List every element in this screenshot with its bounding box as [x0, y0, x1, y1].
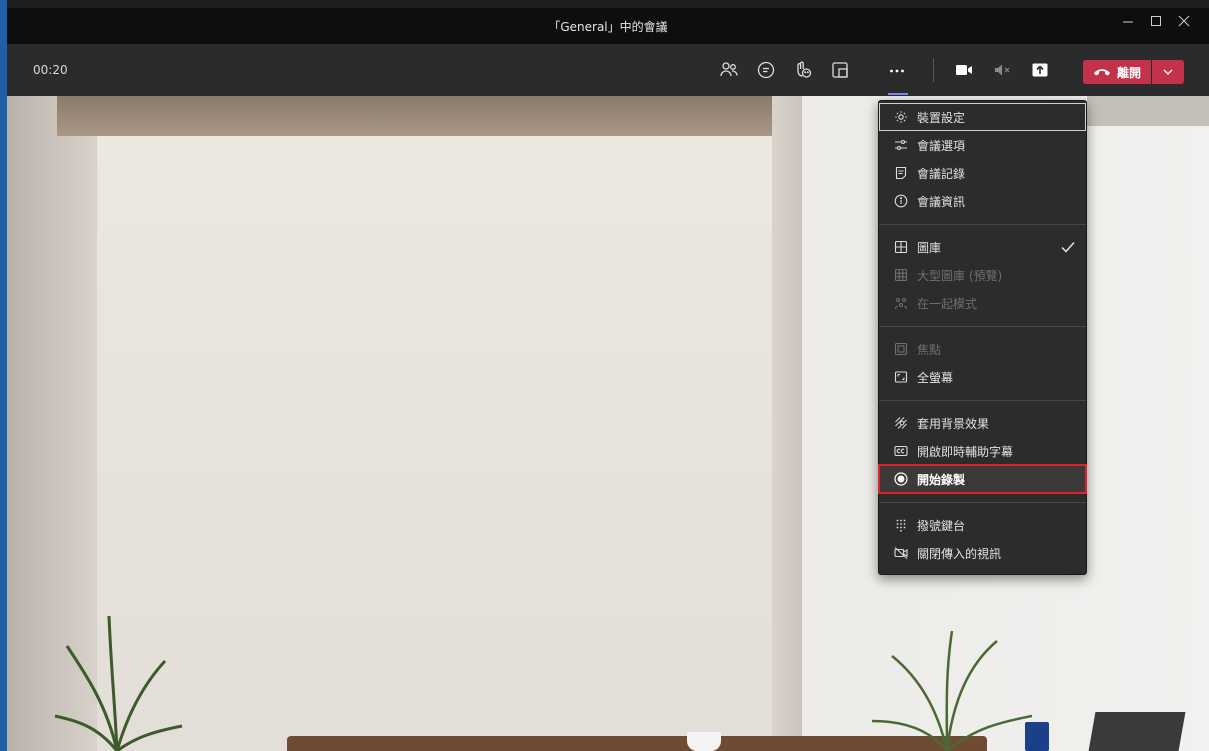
menu-item-meeting-notes[interactable]: 會議記錄	[879, 159, 1086, 187]
leave-options-button[interactable]	[1152, 60, 1184, 84]
hangup-icon	[1093, 69, 1110, 76]
menu-item-gallery[interactable]: 圖庫	[879, 233, 1086, 261]
rooms-icon[interactable]	[827, 58, 853, 82]
plant-left	[54, 615, 183, 751]
record-icon	[893, 471, 909, 487]
menu-item-device-settings[interactable]: 裝置設定	[879, 103, 1086, 131]
menu-separator	[879, 326, 1086, 327]
maximize-icon[interactable]	[1149, 14, 1173, 28]
menu-item-start-recording[interactable]: 開始錄製	[878, 464, 1087, 494]
chevron-down-icon	[1163, 69, 1173, 75]
menu-item-dialpad[interactable]: 撥號鍵台	[879, 511, 1086, 539]
notes-icon	[893, 165, 909, 181]
menu-item-together-mode: 在一起模式	[879, 289, 1086, 317]
focus-icon	[893, 341, 909, 357]
video-off-icon	[893, 545, 909, 561]
mic-muted-icon[interactable]	[989, 58, 1015, 82]
room-ceiling-right	[1087, 96, 1209, 126]
chat-icon[interactable]	[753, 58, 779, 82]
captions-icon	[893, 443, 909, 459]
title-bar: 「General」中的會議	[7, 8, 1209, 44]
more-active-indicator	[888, 93, 908, 95]
more-actions-menu: 裝置設定 會議選項 會議記錄 會議資訊 圖庫 大型圖庫 (預覽) 在一起模式 焦…	[878, 100, 1087, 575]
laptop	[1088, 712, 1186, 751]
menu-item-turn-off-incoming-video[interactable]: 關閉傳入的視訊	[879, 539, 1086, 567]
together-mode-icon	[893, 295, 909, 311]
leave-button[interactable]: 離開	[1083, 60, 1151, 84]
reactions-icon[interactable]	[790, 58, 816, 82]
menu-item-large-gallery: 大型圖庫 (預覽)	[879, 261, 1086, 289]
info-icon	[893, 193, 909, 209]
more-icon[interactable]	[884, 58, 910, 82]
plant-right	[871, 630, 1033, 751]
menu-item-meeting-options[interactable]: 會議選項	[879, 131, 1086, 159]
camera-icon[interactable]	[951, 58, 977, 82]
leave-label: 離開	[1116, 65, 1141, 80]
large-gallery-icon	[893, 267, 909, 283]
meeting-toolbar: 00:20 離開	[7, 44, 1209, 96]
white-cup	[687, 732, 721, 751]
dialpad-icon	[893, 517, 909, 533]
toolbar-divider	[933, 58, 934, 82]
menu-item-live-captions[interactable]: 開啟即時輔助字幕	[879, 437, 1086, 465]
sliders-icon	[893, 137, 909, 153]
meeting-timer: 00:20	[33, 63, 68, 77]
people-icon[interactable]	[716, 58, 742, 82]
menu-separator	[879, 502, 1086, 503]
checkmark-icon	[1060, 239, 1076, 255]
fullscreen-icon	[893, 369, 909, 385]
room-column	[772, 96, 802, 751]
room-wall-center	[97, 136, 777, 751]
blue-mug	[1025, 722, 1049, 751]
menu-separator	[879, 400, 1086, 401]
minimize-icon[interactable]	[1121, 14, 1145, 28]
gear-icon	[893, 109, 909, 125]
menu-item-background-effects[interactable]: 套用背景效果	[879, 409, 1086, 437]
room-ceiling	[57, 96, 772, 136]
teams-meeting-window: 「General」中的會議 00:20 離開 裝置設定 會議選項 會議記錄 會議…	[0, 0, 1209, 751]
menu-item-focus: 焦點	[879, 335, 1086, 363]
menu-item-meeting-info[interactable]: 會議資訊	[879, 187, 1086, 215]
window-title: 「General」中的會議	[548, 20, 668, 34]
window-edge	[0, 0, 7, 751]
menu-item-fullscreen[interactable]: 全螢幕	[879, 363, 1086, 391]
gallery-icon	[893, 239, 909, 255]
share-icon[interactable]	[1027, 58, 1053, 82]
menu-separator	[879, 224, 1086, 225]
close-icon[interactable]	[1177, 14, 1201, 28]
background-effects-icon	[893, 415, 909, 431]
